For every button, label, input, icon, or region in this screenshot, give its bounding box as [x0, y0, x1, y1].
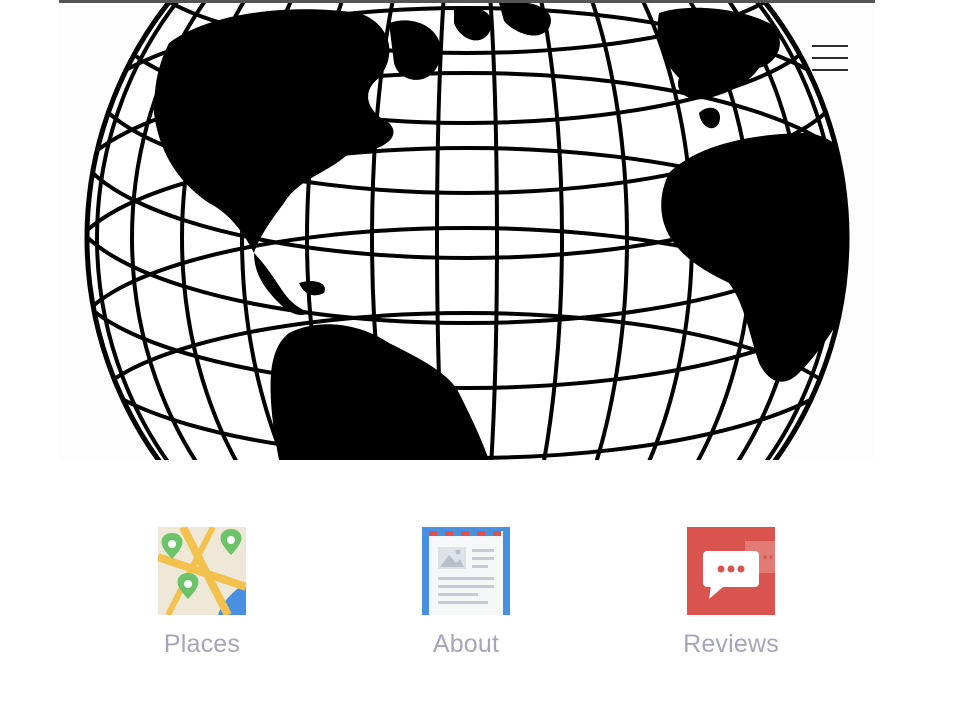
nav-label-places: Places: [163, 630, 241, 658]
map-pins-icon: [158, 527, 246, 615]
hamburger-bar-middle: [812, 57, 848, 59]
nav-item-about[interactable]: About: [386, 527, 546, 667]
nav-item-places[interactable]: Places: [122, 527, 282, 667]
hamburger-menu-icon: [812, 45, 848, 47]
hamburger-bar-bottom: [812, 69, 848, 71]
hero-globe-image: [59, 3, 875, 460]
document-icon: [422, 527, 510, 615]
nav-item-reviews[interactable]: Reviews: [651, 527, 811, 667]
chat-bubble-icon: [687, 527, 775, 615]
app-screen: Places About Reviews: [0, 0, 960, 720]
nav-label-reviews: Reviews: [683, 630, 779, 658]
globe-icon: [84, 3, 850, 460]
nav-label-about: About: [432, 630, 500, 658]
hamburger-menu-button[interactable]: [806, 40, 854, 78]
bottom-nav: Places About Reviews: [0, 527, 960, 667]
